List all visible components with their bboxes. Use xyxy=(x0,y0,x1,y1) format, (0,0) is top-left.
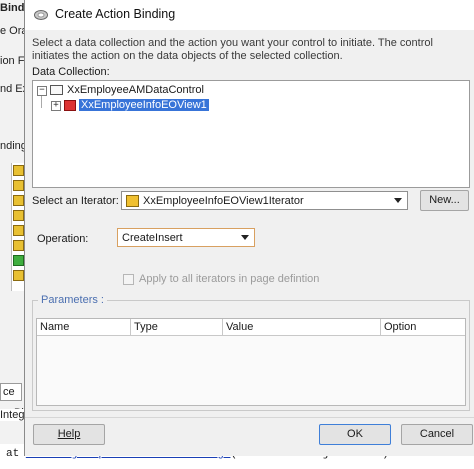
column-header-name[interactable]: Name xyxy=(37,319,131,335)
operation-select[interactable]: CreateInsert xyxy=(117,228,255,247)
ok-button[interactable]: OK xyxy=(319,424,391,445)
create-action-binding-dialog: Create Action Binding Select a data coll… xyxy=(24,0,474,456)
operation-label: Operation: xyxy=(37,233,89,245)
iterator-select[interactable]: XxEmployeeInfoEOView1Iterator xyxy=(121,191,408,210)
tree-node-root[interactable]: XxEmployeeAMDataControl xyxy=(67,83,204,98)
apply-all-iterators-label: Apply to all iterators in page defintion xyxy=(139,273,320,285)
iterator-label: Select an Iterator: xyxy=(32,195,119,207)
dialog-title: Create Action Binding xyxy=(55,7,176,21)
binding-icon xyxy=(13,180,24,191)
help-button[interactable]: Help xyxy=(33,424,105,445)
binding-icon xyxy=(13,165,24,176)
chevron-down-icon xyxy=(241,235,249,240)
bg-integration-label: Integr xyxy=(0,409,29,421)
dialog-titlebar[interactable]: Create Action Binding xyxy=(25,0,474,30)
bg-tab[interactable]: ce xyxy=(0,383,22,401)
parameters-table-header: Name Type Value Option xyxy=(37,319,465,336)
apply-all-iterators-checkbox[interactable] xyxy=(123,274,134,285)
dialog-description: Select a data collection and the action … xyxy=(32,37,433,62)
collapse-icon[interactable]: − xyxy=(37,86,47,96)
cancel-button[interactable]: Cancel xyxy=(401,424,473,445)
jdeveloper-icon xyxy=(34,10,48,20)
binding-icon xyxy=(13,270,24,281)
column-header-option[interactable]: Option xyxy=(381,319,465,335)
binding-icon xyxy=(13,240,24,251)
bg-fragment: e Ora xyxy=(0,25,24,37)
tree-connector xyxy=(41,96,42,108)
expand-icon[interactable]: + xyxy=(51,101,61,111)
bg-fragment: ion Fi xyxy=(0,55,24,67)
binding-icon xyxy=(13,210,24,221)
operation-select-value: CreateInsert xyxy=(122,232,183,244)
binding-icon xyxy=(13,195,24,206)
parameters-table[interactable]: Name Type Value Option xyxy=(36,318,466,406)
parameters-legend: Parameters : xyxy=(38,294,107,306)
column-header-value[interactable]: Value xyxy=(223,319,381,335)
binding-icon xyxy=(13,225,24,236)
iterator-select-value: XxEmployeeInfoEOView1Iterator xyxy=(143,195,304,207)
new-iterator-button[interactable]: New... xyxy=(420,190,469,211)
iterator-icon xyxy=(126,195,139,207)
console-prefix: at xyxy=(6,448,26,460)
chevron-down-icon xyxy=(394,198,402,203)
data-control-icon xyxy=(50,85,63,95)
help-button-label: Help xyxy=(57,428,81,440)
bg-fragment: nd Exi xyxy=(0,83,24,95)
column-header-type[interactable]: Type xyxy=(131,319,223,335)
data-collection-label-text: Data Collection: xyxy=(32,66,110,78)
tree-node-child[interactable]: XxEmployeeInfoEOView1 xyxy=(79,98,209,113)
data-collection-label: Data Collection: xyxy=(32,66,110,78)
binding-icon xyxy=(13,255,24,266)
tree-node-child-label: XxEmployeeInfoEOView1 xyxy=(79,99,209,111)
bg-binding-icon-column xyxy=(11,163,24,291)
parameters-group: Parameters : Name Type Value Option xyxy=(32,294,470,411)
view-object-icon xyxy=(64,100,76,111)
data-collection-tree[interactable]: − XxEmployeeAMDataControl + XxEmployeeIn… xyxy=(32,80,470,188)
button-bar-separator xyxy=(25,417,474,418)
background-ide-panel: Bindin e Ora ion Fi nd Exi ndings ce xyxy=(0,0,24,469)
bg-fragment: Bindin xyxy=(0,2,24,14)
bg-fragment: ndings xyxy=(0,140,24,152)
